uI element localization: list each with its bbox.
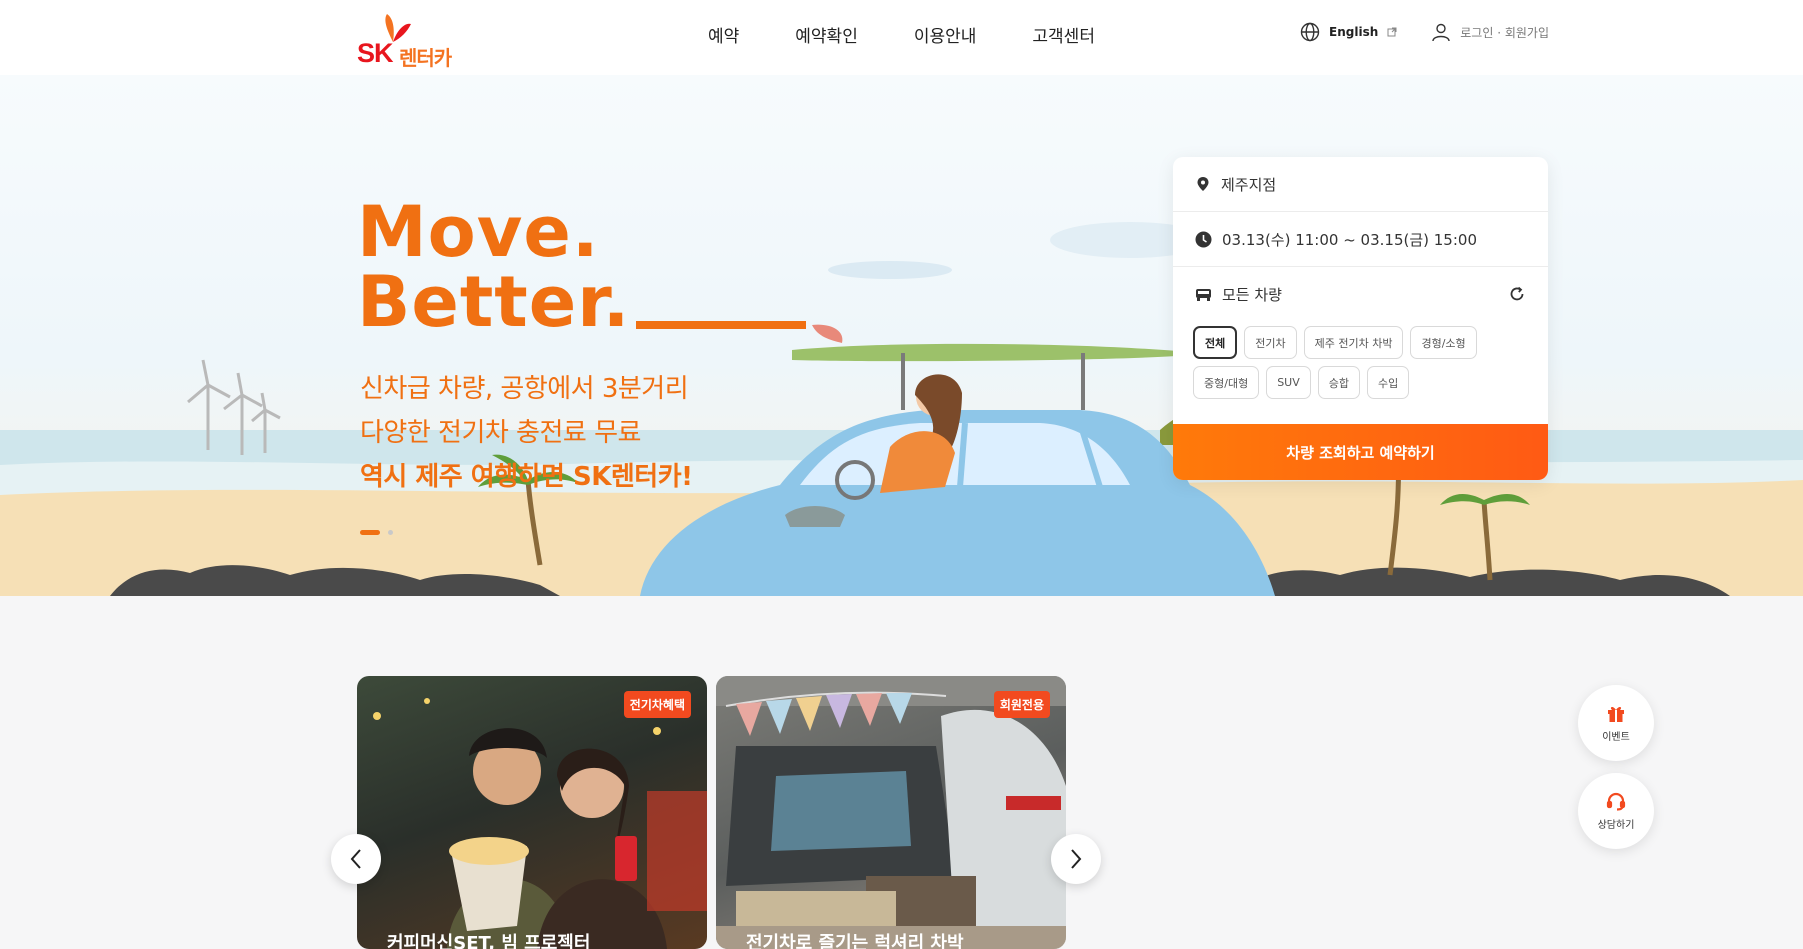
card-title: 커피머신SET, 빔 프로젝터 bbox=[387, 933, 591, 949]
vehicle-type-value: 모든 차량 bbox=[1222, 286, 1282, 304]
site-header: SK 렌터카 예약 예약확인 이용안내 고객센터 English 로그인 · 회… bbox=[0, 0, 1803, 75]
promo-carousel: 전기차혜택 커피머신SET, 빔 프로젝터 회원전용 전기차로 즐기는 럭셔리 … bbox=[357, 676, 1067, 949]
chip-jeju-ev-camping[interactable]: 제주 전기차 차박 bbox=[1303, 326, 1404, 359]
event-label: 이벤트 bbox=[1602, 732, 1630, 743]
login-label: 로그인 · 회원가입 bbox=[1460, 25, 1549, 40]
chip-all[interactable]: 전체 bbox=[1193, 326, 1238, 359]
hero-dot[interactable] bbox=[388, 530, 393, 535]
external-link-icon bbox=[1387, 27, 1397, 37]
chip-imported[interactable]: 수입 bbox=[1367, 366, 1410, 399]
nav-reserve[interactable]: 예약 bbox=[680, 22, 767, 52]
nav-customer-center[interactable]: 고객센터 bbox=[1004, 22, 1123, 52]
search-reserve-button[interactable]: 차량 조회하고 예약하기 bbox=[1173, 424, 1548, 480]
card-title: 전기차로 즐기는 럭셔리 차박 bbox=[746, 933, 964, 949]
hero-sub-line1: 신차급 차량, 공항에서 3분거리 bbox=[360, 374, 689, 404]
login-link[interactable]: 로그인 · 회원가입 bbox=[1431, 22, 1549, 42]
clock-icon bbox=[1195, 231, 1212, 247]
headline-underline bbox=[636, 321, 807, 329]
hero-sub-line2: 다양한 전기차 충전료 무료 bbox=[360, 418, 641, 448]
hero-pagination bbox=[360, 530, 393, 535]
card-badge: 회원전용 bbox=[993, 691, 1050, 718]
chip-suv[interactable]: SUV bbox=[1266, 366, 1311, 399]
promo-card[interactable]: 회원전용 전기차로 즐기는 럭셔리 차박 bbox=[716, 676, 1066, 949]
datetime-selector[interactable]: 03.13(수) 11:00 ~ 03.15(금) 15:00 bbox=[1173, 212, 1548, 267]
language-label: English bbox=[1329, 25, 1379, 39]
vehicle-filter-chips: 전체 전기차 제주 전기차 차박 경형/소형 중형/대형 SUV 승합 수입 bbox=[1173, 326, 1548, 399]
carousel-next-button[interactable] bbox=[1051, 834, 1101, 884]
consult-floating-button[interactable]: 상담하기 bbox=[1578, 773, 1654, 849]
main-nav: 예약 예약확인 이용안내 고객센터 bbox=[680, 22, 1123, 52]
chip-midsize[interactable]: 중형/대형 bbox=[1193, 366, 1260, 399]
globe-icon bbox=[1300, 22, 1320, 42]
sk-rentacar-logo[interactable]: SK 렌터카 bbox=[357, 12, 467, 70]
chip-van[interactable]: 승합 bbox=[1317, 366, 1360, 399]
hero-sub-line3: 역시 제주 여행하면 SK렌터카! bbox=[360, 462, 693, 492]
vehicle-type-selector: 모든 차량 bbox=[1173, 267, 1548, 322]
logo-rentacar-text: 렌터카 bbox=[399, 46, 452, 70]
gift-icon bbox=[1608, 706, 1624, 722]
headset-icon bbox=[1606, 792, 1626, 811]
headline-move: Move. bbox=[357, 191, 600, 273]
chip-compact[interactable]: 경형/소형 bbox=[1410, 326, 1477, 359]
car-icon bbox=[1196, 289, 1211, 301]
location-value: 제주지점 bbox=[1221, 175, 1277, 194]
logo-sk-text: SK bbox=[357, 38, 394, 68]
chevron-right-icon bbox=[1071, 849, 1082, 869]
chip-electric[interactable]: 전기차 bbox=[1244, 326, 1297, 359]
hero-subtext: 신차급 차량, 공항에서 3분거리 다양한 전기차 충전료 무료 역시 제주 여… bbox=[360, 367, 693, 499]
nav-guide[interactable]: 이용안내 bbox=[886, 22, 1005, 52]
header-utilities: English 로그인 · 회원가입 bbox=[1300, 22, 1549, 42]
location-pin-icon bbox=[1197, 177, 1209, 191]
event-floating-button[interactable]: 이벤트 bbox=[1578, 685, 1654, 761]
location-selector[interactable]: 제주지점 bbox=[1173, 157, 1548, 212]
hero-dot-active[interactable] bbox=[360, 530, 380, 535]
carousel-prev-button[interactable] bbox=[331, 834, 381, 884]
nav-reservation-check[interactable]: 예약확인 bbox=[767, 22, 886, 52]
booking-panel: 제주지점 03.13(수) 11:00 ~ 03.15(금) 15:00 모든 … bbox=[1173, 157, 1548, 480]
datetime-value: 03.13(수) 11:00 ~ 03.15(금) 15:00 bbox=[1222, 230, 1477, 249]
user-icon bbox=[1432, 23, 1450, 42]
refresh-icon[interactable] bbox=[1508, 285, 1526, 303]
chevron-left-icon bbox=[350, 849, 361, 869]
promo-card[interactable]: 전기차혜택 커피머신SET, 빔 프로젝터 bbox=[357, 676, 707, 949]
consult-label: 상담하기 bbox=[1597, 820, 1635, 831]
hero-headline: Move. Better. bbox=[357, 191, 807, 343]
headline-better: Better. bbox=[357, 261, 631, 343]
card-badge: 전기차혜택 bbox=[623, 691, 691, 718]
language-link[interactable]: English bbox=[1300, 22, 1397, 42]
